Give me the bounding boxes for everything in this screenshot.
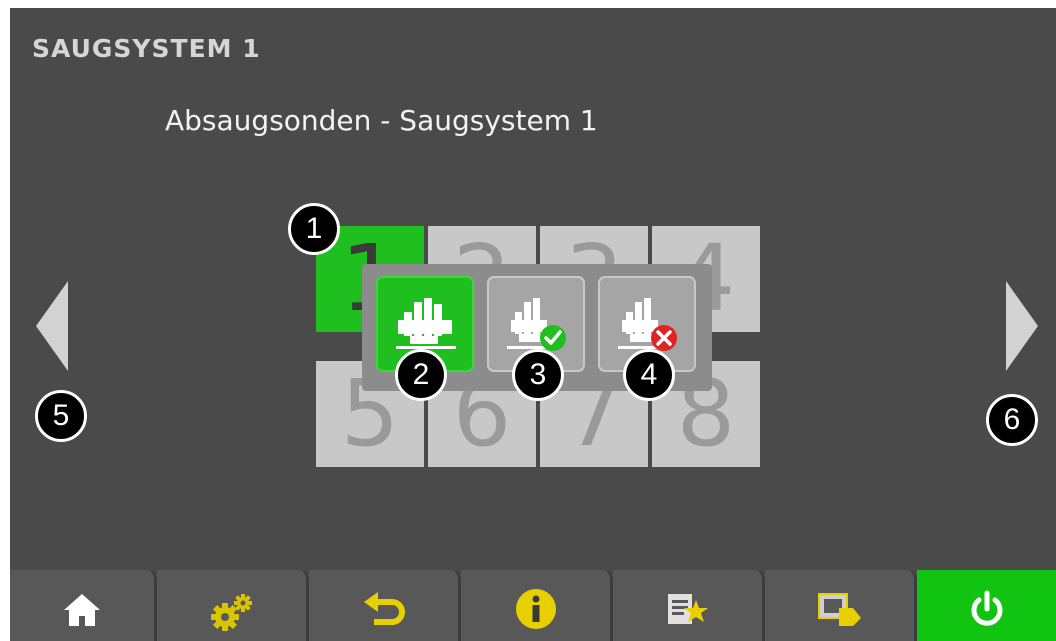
- favorites-button[interactable]: [613, 570, 765, 641]
- callout-1: 1: [288, 203, 340, 255]
- remote-button[interactable]: [765, 570, 917, 641]
- chevron-left-icon[interactable]: [36, 281, 70, 371]
- favorites-icon: [667, 594, 708, 624]
- info-button[interactable]: [461, 570, 613, 641]
- chevron-right-icon[interactable]: [1004, 281, 1038, 371]
- screen: SAUGSYSTEM 1 Absaugsonden - Saugsystem 1…: [10, 8, 1056, 641]
- remote-icon: [817, 593, 861, 626]
- callout-2: 2: [395, 349, 447, 401]
- home-icon: [64, 594, 100, 626]
- bottom-toolbar: [10, 570, 1056, 641]
- back-icon: [363, 592, 405, 625]
- callout-5: 5: [35, 390, 87, 442]
- page-title: SAUGSYSTEM 1: [32, 34, 261, 63]
- gears-icon: [210, 594, 252, 631]
- home-button[interactable]: [10, 570, 157, 641]
- power-button[interactable]: [917, 570, 1056, 641]
- power-icon: [971, 590, 1002, 626]
- callout-3: 3: [512, 349, 564, 401]
- settings-button[interactable]: [157, 570, 309, 641]
- page-subtitle: Absaugsonden - Saugsystem 1: [165, 104, 598, 137]
- probe-icon: [396, 298, 456, 349]
- back-button[interactable]: [309, 570, 461, 641]
- callout-4: 4: [623, 349, 675, 401]
- info-icon: [515, 589, 556, 629]
- callout-6: 6: [986, 394, 1038, 446]
